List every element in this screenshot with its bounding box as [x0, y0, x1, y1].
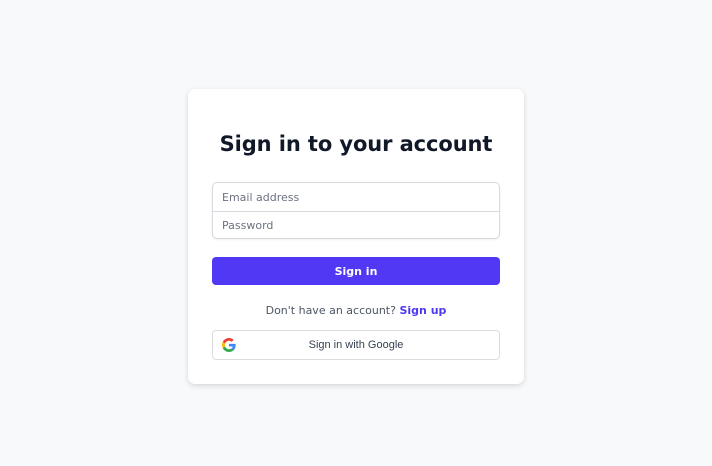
password-field[interactable]	[213, 211, 499, 238]
google-sign-in-button[interactable]: Sign in with Google	[212, 330, 500, 360]
sign-in-card: Sign in to your account Sign in Don't ha…	[188, 89, 524, 384]
signup-prompt-text: Don't have an account?	[265, 304, 396, 317]
email-field[interactable]	[213, 183, 499, 211]
signup-prompt: Don't have an account? Sign up	[188, 304, 524, 318]
sign-in-button[interactable]: Sign in	[212, 257, 500, 285]
page-title: Sign in to your account	[219, 132, 493, 156]
google-sign-in-label: Sign in with Google	[308, 339, 404, 351]
credentials-fields	[212, 182, 500, 239]
sign-up-link[interactable]: Sign up	[399, 304, 446, 317]
